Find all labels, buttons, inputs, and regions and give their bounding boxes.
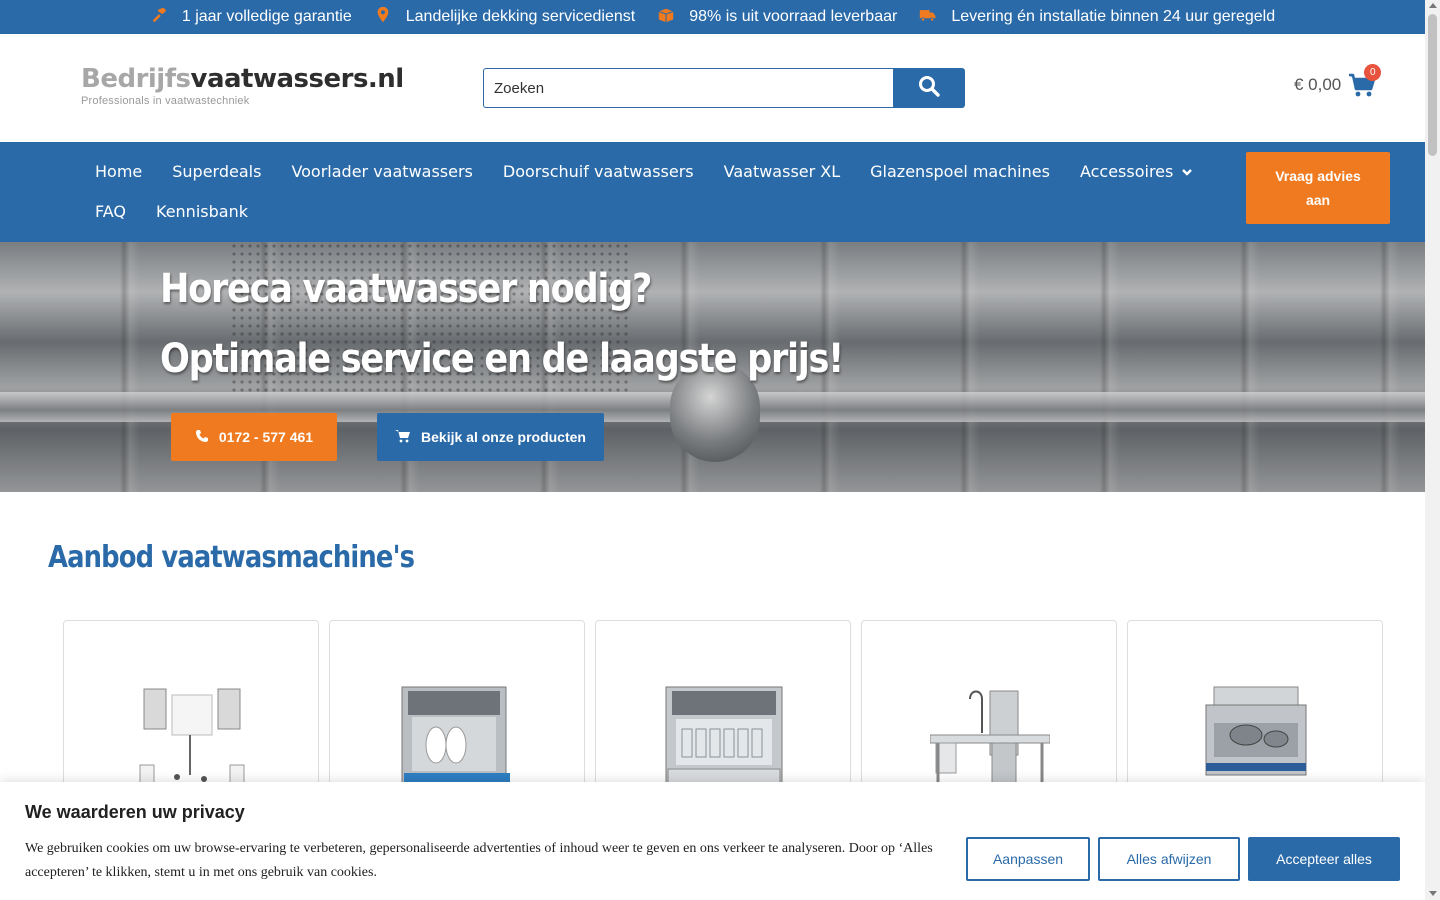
usp-text: Landelijke dekking servicedienst — [405, 8, 636, 25]
page-scrollbar[interactable] — [1425, 0, 1440, 900]
cookie-title: We waarderen uw privacy — [25, 802, 245, 822]
usp-text: 98% is uit voorraad leverbaar — [689, 8, 898, 25]
nav-item-vaatwasser-xl[interactable]: Vaatwasser XL — [709, 152, 856, 192]
hero-headline: Horeca vaatwasser nodig? — [160, 266, 652, 312]
view-products-label: Bekijk al onze producten — [421, 429, 586, 445]
cart-count-badge: 0 — [1364, 64, 1382, 81]
map-marker-icon — [374, 6, 392, 29]
product-image — [930, 690, 1050, 795]
usp-stock: 98% is uit voorraad leverbaar — [657, 6, 897, 29]
phone-button-label: 0172 - 577 461 — [218, 429, 314, 445]
nav-item-accessoires[interactable]: Accessoires — [1065, 152, 1208, 192]
cookie-reject-button[interactable]: Alles afwijzen — [1098, 837, 1240, 881]
logo-wordmark: Bedrijfsvaatwassers.nl — [81, 64, 404, 94]
product-image — [139, 688, 245, 792]
main-navigation: Home Superdeals Voorlader vaatwassers Do… — [0, 142, 1425, 242]
site-logo[interactable]: Bedrijfsvaatwassers.nl Professionals in … — [81, 64, 404, 107]
product-image — [665, 686, 783, 788]
cart-widget[interactable]: € 0,00 0 — [1294, 64, 1382, 100]
chevron-down-icon — [1181, 152, 1193, 192]
phone-icon — [195, 429, 209, 446]
nav-item-voorlader[interactable]: Voorlader vaatwassers — [276, 152, 487, 192]
search-input[interactable] — [483, 68, 893, 108]
nav-item-home[interactable]: Home — [80, 152, 157, 192]
nav-item-label: Accessoires — [1079, 162, 1174, 181]
usp-warranty: 1 jaar volledige garantie — [150, 6, 352, 29]
page: 1 jaar volledige garantie Landelijke dek… — [0, 0, 1440, 900]
product-image — [401, 686, 510, 788]
hero-subheadline: Optimale service en de laagste prijs! — [160, 336, 844, 382]
cart-amount: € 0,00 — [1294, 75, 1342, 94]
cookie-text: We gebruiken cookies om uw browse-ervari… — [25, 841, 933, 880]
nav-menu: Home Superdeals Voorlader vaatwassers Do… — [80, 152, 1210, 232]
usp-text: Levering én installatie binnen 24 uur ge… — [951, 8, 1276, 25]
usp-bar: 1 jaar volledige garantie Landelijke dek… — [0, 0, 1425, 34]
logo-tagline: Professionals in vaatwastechniek — [81, 95, 250, 107]
search-button[interactable] — [893, 68, 965, 108]
hero-banner: Horeca vaatwasser nodig? Optimale servic… — [0, 242, 1425, 492]
usp-delivery: Levering én installatie binnen 24 uur ge… — [919, 6, 1275, 29]
site-header: Bedrijfsvaatwassers.nl Professionals in … — [0, 34, 1425, 142]
nav-item-glazenspoel[interactable]: Glazenspoel machines — [855, 152, 1065, 192]
scrollbar-thumb[interactable] — [1428, 14, 1437, 156]
search-form — [483, 68, 965, 108]
nav-item-doorschuif[interactable]: Doorschuif vaatwassers — [488, 152, 709, 192]
cookie-customize-button[interactable]: Aanpassen — [966, 837, 1090, 881]
usp-service: Landelijke dekking servicedienst — [374, 6, 635, 29]
nav-item-superdeals[interactable]: Superdeals — [157, 152, 276, 192]
cart-icon — [395, 429, 411, 446]
nav-item-kennisbank[interactable]: Kennisbank — [141, 192, 263, 232]
product-image — [1205, 686, 1307, 776]
section-title: Aanbod vaatwasmachine's — [48, 540, 415, 575]
view-products-button[interactable]: Bekijk al onze producten — [377, 413, 604, 461]
cart-icon: 0 — [1347, 64, 1382, 100]
advice-button[interactable]: Vraag advies aan — [1246, 152, 1390, 224]
phone-button[interactable]: 0172 - 577 461 — [171, 413, 337, 461]
cookie-accept-button[interactable]: Accepteer alles — [1248, 837, 1400, 881]
box-icon — [657, 6, 675, 29]
truck-icon — [919, 6, 937, 29]
search-icon — [918, 75, 940, 102]
cookie-consent-banner: We waarderen uw privacy We gebruiken coo… — [0, 782, 1425, 900]
scroll-down-arrow-icon[interactable] — [1429, 891, 1437, 896]
nav-item-faq[interactable]: FAQ — [80, 192, 141, 232]
scroll-up-arrow-icon[interactable] — [1429, 3, 1437, 8]
usp-text: 1 jaar volledige garantie — [181, 8, 352, 25]
hammer-icon — [150, 6, 168, 29]
